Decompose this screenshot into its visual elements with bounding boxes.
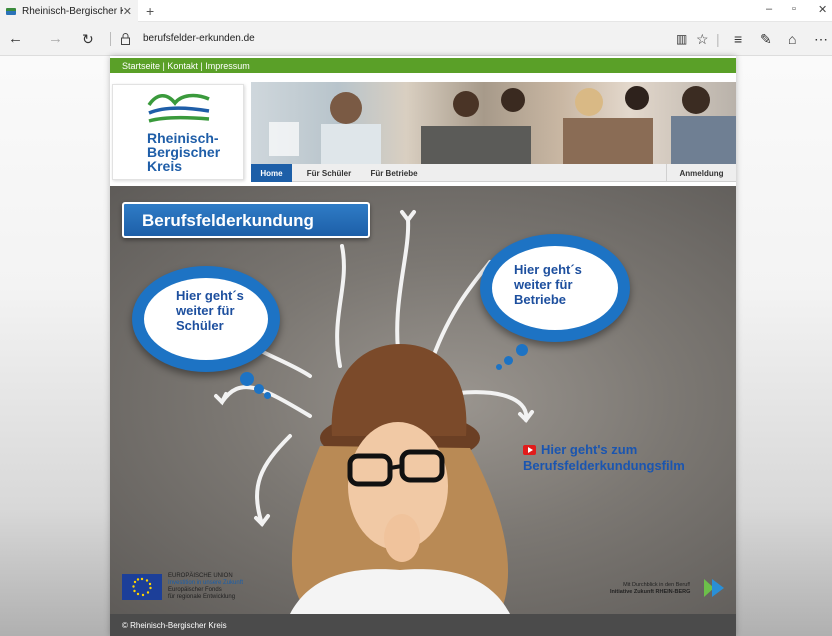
lock-icon bbox=[121, 33, 130, 45]
logo-line: Bergischer bbox=[147, 144, 221, 160]
top-link-bar: Startseite | Kontakt | Impressum bbox=[110, 58, 736, 73]
browser-tab[interactable]: Rheinisch-Bergischer Kr ✕ bbox=[0, 0, 138, 22]
bubble-dot bbox=[240, 372, 254, 386]
bubble-dot bbox=[516, 344, 528, 356]
forward-icon[interactable]: → bbox=[48, 30, 63, 48]
reading-view-icon[interactable]: ▥ bbox=[676, 30, 687, 48]
film-link-line: Berufsfelderkundungsfilm bbox=[523, 458, 685, 473]
link-impressum[interactable]: Impressum bbox=[205, 61, 250, 71]
eu-flag-icon bbox=[122, 574, 162, 600]
browser-tab-bar: Rheinisch-Bergischer Kr ✕ + – ▫ ✕ bbox=[0, 0, 832, 22]
main-nav: Home Für Schüler Für Betriebe Anmeldung bbox=[251, 164, 736, 182]
bubble-betriebe-text: Hier geht´s weiter für Betriebe bbox=[514, 262, 582, 307]
film-link[interactable]: Hier geht's zum Berufsfelderkundungsfilm bbox=[523, 442, 685, 474]
film-link-line: Hier geht's zum bbox=[541, 442, 638, 457]
initiative-text: Mit Durchblick in den Beruf! Initiative … bbox=[610, 582, 691, 595]
bubble-betriebe[interactable]: Hier geht´s weiter für Betriebe bbox=[480, 234, 630, 342]
banner-people-image bbox=[269, 86, 736, 164]
close-window-button[interactable]: ✕ bbox=[818, 3, 827, 16]
web-note-icon[interactable]: ✎ bbox=[760, 30, 772, 48]
more-icon[interactable]: ⋯ bbox=[814, 30, 828, 48]
minimize-button[interactable]: – bbox=[766, 3, 772, 15]
link-separator: | bbox=[160, 60, 168, 71]
header-banner-photo bbox=[251, 82, 736, 164]
tab-title: Rheinisch-Bergischer Kr bbox=[22, 5, 123, 17]
hero-title-box: Berufsfelderkundung bbox=[122, 202, 370, 238]
nav-home[interactable]: Home bbox=[251, 164, 292, 182]
favorite-star-icon[interactable]: ☆ bbox=[696, 30, 709, 48]
eu-text: EUROPÄISCHE UNION Investition in unsere … bbox=[168, 573, 244, 600]
restore-button[interactable]: ▫ bbox=[792, 3, 796, 15]
hero-illustration bbox=[208, 210, 534, 614]
tab-close-icon[interactable]: ✕ bbox=[123, 5, 132, 18]
bubble-schueler[interactable]: Hier geht´s weiter für Schüler bbox=[132, 266, 280, 372]
website: Startseite | Kontakt | Impressum Rheinis… bbox=[110, 56, 736, 636]
nav-anmeldung[interactable]: Anmeldung bbox=[666, 164, 736, 182]
bubble-dot bbox=[254, 384, 264, 394]
link-kontakt[interactable]: Kontakt bbox=[167, 61, 198, 71]
logo[interactable]: Rheinisch- Bergischer Kreis bbox=[112, 84, 244, 180]
back-icon[interactable]: ← bbox=[8, 30, 23, 48]
divider bbox=[110, 32, 111, 46]
nav-fuer-betriebe[interactable]: Für Betriebe bbox=[363, 164, 425, 182]
hub-icon[interactable]: ≡ bbox=[734, 30, 742, 48]
logo-text: Rheinisch- Bergischer Kreis bbox=[147, 131, 220, 173]
hero-title: Berufsfelderkundung bbox=[142, 211, 314, 230]
nav-fuer-schueler[interactable]: Für Schüler bbox=[299, 164, 359, 182]
link-startseite[interactable]: Startseite bbox=[122, 61, 160, 71]
logo-waves-icon bbox=[147, 93, 210, 123]
refresh-icon[interactable]: ↻ bbox=[82, 30, 94, 48]
hero-image: Berufsfelderkundung Hier geht´s weiter f… bbox=[110, 186, 736, 614]
bubble-dot bbox=[264, 392, 271, 399]
share-icon[interactable]: ⌂ bbox=[788, 30, 796, 48]
logo-line: Kreis bbox=[147, 158, 183, 174]
footer: © Rheinisch-Bergischer Kreis bbox=[110, 614, 736, 636]
bubble-dot bbox=[496, 364, 502, 370]
url-field[interactable]: berufsfelder-erkunden.de bbox=[143, 33, 255, 44]
logo-line: Rheinisch- bbox=[147, 130, 219, 146]
address-bar: ← → ↻ berufsfelder-erkunden.de ▥ ☆ | ≡ ✎… bbox=[0, 22, 832, 56]
bubble-dot bbox=[504, 356, 513, 365]
favicon-icon bbox=[6, 7, 16, 15]
bubble-schueler-text: Hier geht´s weiter für Schüler bbox=[176, 288, 244, 333]
youtube-play-icon bbox=[523, 445, 536, 455]
divider-icon: | bbox=[716, 31, 720, 47]
link-separator: | bbox=[197, 60, 206, 71]
new-tab-button[interactable]: + bbox=[146, 3, 154, 19]
initiative-arrow-icon bbox=[704, 579, 724, 597]
